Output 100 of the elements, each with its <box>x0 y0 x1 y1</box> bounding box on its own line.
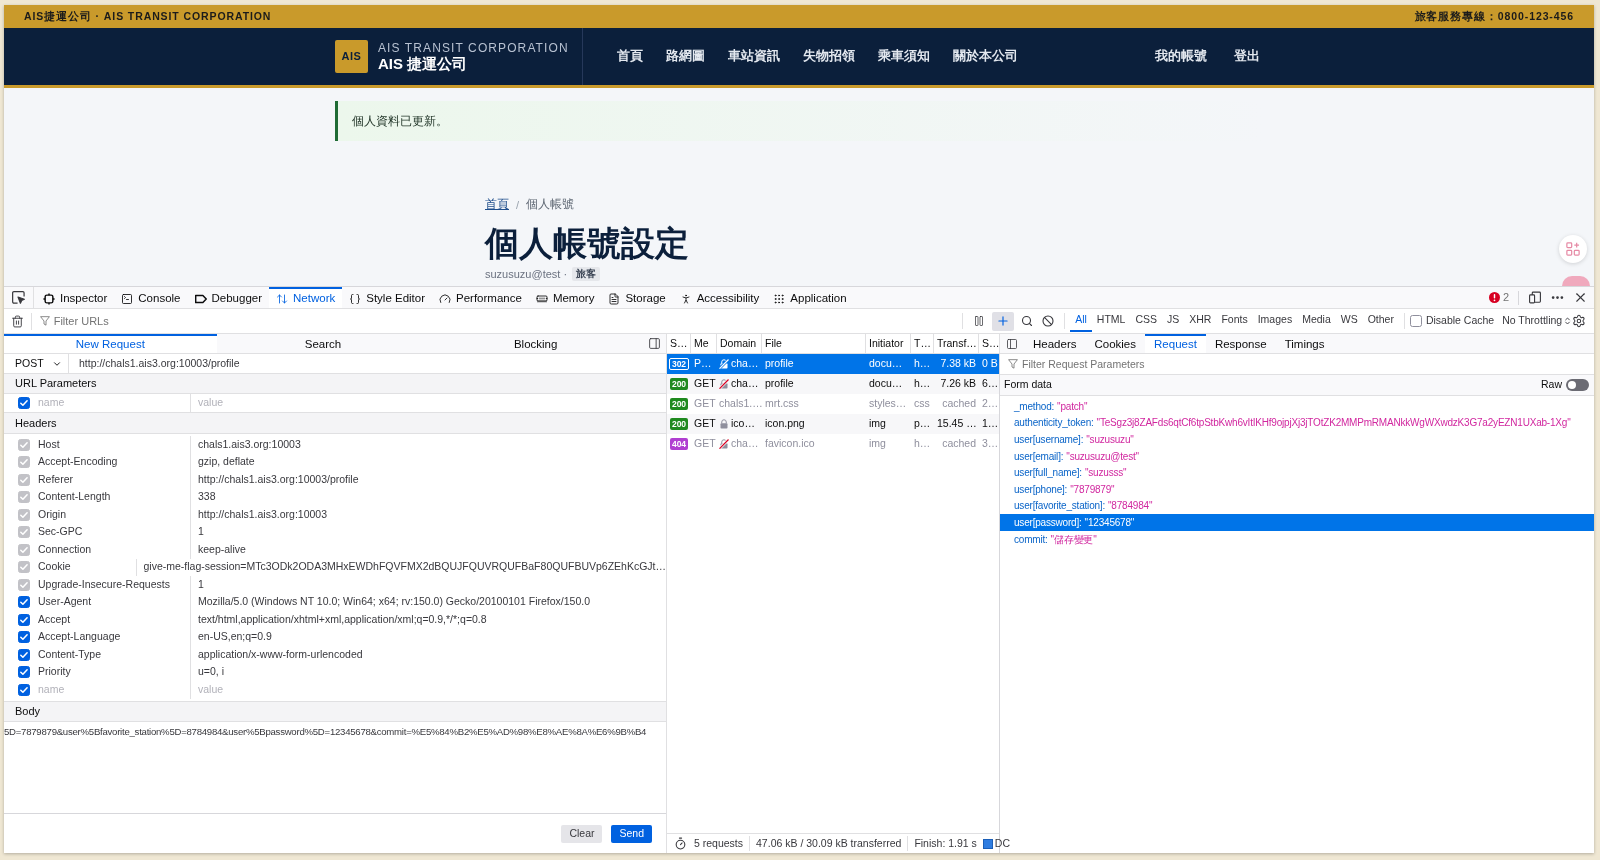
column-header[interactable]: Domain <box>717 334 762 353</box>
table-cell-text: cached <box>941 396 977 412</box>
detail-tab[interactable]: Timings <box>1275 334 1334 353</box>
header-name[interactable]: Accept-Language <box>38 629 121 646</box>
column-header[interactable]: Initiator <box>866 334 911 353</box>
checkbox[interactable] <box>18 613 30 626</box>
url-filter-field[interactable]: Filter URLs <box>53 312 957 330</box>
request-row[interactable]: 302 P… cha… profile docu… h… 7.38 kB 0 B <box>667 354 999 374</box>
account-link[interactable]: 登出 <box>1234 47 1260 66</box>
tool-tab[interactable]: Accessibility <box>672 287 767 308</box>
raw-label[interactable]: Raw <box>1541 377 1562 393</box>
stopwatch-icon[interactable] <box>674 837 687 850</box>
panel-tab[interactable]: Blocking <box>429 334 642 353</box>
checkbox[interactable] <box>1409 315 1422 327</box>
tool-tab[interactable]: Storage <box>601 287 673 308</box>
tool-tab[interactable]: Performance <box>432 287 529 308</box>
table-cell: cha… <box>731 376 759 392</box>
request-row[interactable]: 200 GET ico… icon.png img p… 15.45 … 1… <box>667 414 999 434</box>
table-cell-text: p… <box>913 416 932 432</box>
type-filter-button[interactable]: XHR <box>1184 310 1217 332</box>
logo[interactable]: AIS <box>335 40 368 73</box>
checkbox[interactable] <box>18 596 30 609</box>
checkbox[interactable] <box>18 666 30 679</box>
table-cell-text: P… <box>693 356 713 372</box>
tool-tab[interactable]: Style Editor <box>342 287 433 308</box>
dom-loaded-label: DC <box>993 835 1010 851</box>
column-header[interactable]: Transf… <box>934 334 979 353</box>
request-row[interactable]: 200 GET cha… profile docu… h… 7.26 kB 6… <box>667 374 999 394</box>
tool-tab[interactable]: Memory <box>528 287 602 308</box>
url-field[interactable]: http://chals1.ais3.org:10003/profile <box>68 354 666 373</box>
nav-link[interactable]: 乘車須知 <box>878 47 930 66</box>
tool-tab[interactable]: Network <box>269 287 343 308</box>
tool-tab[interactable]: Console <box>114 287 188 308</box>
detail-tab[interactable]: Response <box>1205 334 1276 353</box>
breadcrumb-link[interactable]: 首頁 <box>485 196 509 214</box>
type-filter-button[interactable]: Media <box>1297 310 1336 332</box>
header-value[interactable]: en-US,en;q=0.9 <box>191 629 272 646</box>
header-value[interactable]: Mozilla/5.0 (Windows NT 10.0; Win64; x64; rv:150.0) Gecko/20100101 Firefox/150.0 <box>191 594 590 611</box>
type-filter-button[interactable]: All <box>1070 310 1092 332</box>
checkbox[interactable] <box>18 631 30 644</box>
detail-tab[interactable]: Request <box>1145 334 1206 353</box>
panel-tab[interactable]: Search <box>216 334 430 353</box>
nav-link[interactable]: 關於本公司 <box>953 47 1018 66</box>
element-picker-icon[interactable] <box>12 291 25 304</box>
tool-tab[interactable]: Inspector <box>36 287 115 308</box>
responsive-mode-icon[interactable] <box>1529 291 1541 304</box>
param-value: "suzusuzu@test" <box>1066 449 1139 464</box>
header-value[interactable]: text/html,application/xhtml+xml,application/xml;q=0.9,*/*;q=0.8 <box>191 611 487 628</box>
error-count-button[interactable]: 2 <box>1484 289 1513 306</box>
panel-tab[interactable]: New Request <box>4 334 217 353</box>
nav-link[interactable]: 首頁 <box>617 47 643 66</box>
column-header[interactable]: Me <box>691 334 717 353</box>
account-link[interactable]: 我的帳號 <box>1155 47 1207 66</box>
type-filter-button[interactable]: WS <box>1335 310 1363 332</box>
header-name[interactable]: Accept <box>38 611 71 628</box>
clear-button[interactable]: Clear <box>561 824 603 843</box>
sidebar-toggle-icon[interactable] <box>647 337 661 350</box>
column-header[interactable]: T… <box>911 334 934 353</box>
settings-icon[interactable] <box>1572 314 1586 328</box>
trash-icon[interactable] <box>10 314 24 328</box>
close-icon[interactable] <box>1573 290 1588 305</box>
checkbox[interactable] <box>18 683 30 696</box>
type-filter-button[interactable]: CSS <box>1130 310 1162 332</box>
header-name[interactable]: Content-Type <box>38 646 102 663</box>
type-filter-button[interactable]: Images <box>1252 310 1298 332</box>
param-name: commit: <box>1014 532 1048 547</box>
header-name[interactable]: User-Agent <box>38 594 92 611</box>
header-name-field[interactable]: name <box>38 681 178 698</box>
type-filter-button[interactable]: HTML <box>1091 310 1131 332</box>
throttling-select[interactable]: No Throttling <box>1502 313 1573 329</box>
param-filter-field[interactable]: Filter Request Parameters <box>1022 355 1594 373</box>
param-name-field[interactable]: name <box>38 395 178 411</box>
tool-tab[interactable]: Debugger <box>187 287 270 308</box>
header-value[interactable]: u=0, i <box>191 664 224 681</box>
checkbox[interactable] <box>18 397 30 409</box>
disable-cache-label[interactable]: Disable Cache <box>1425 313 1495 329</box>
column-header[interactable]: File <box>762 334 866 353</box>
param-value-field[interactable]: value <box>191 395 666 411</box>
nav-link[interactable]: 失物招領 <box>803 47 855 66</box>
section-header: Headers <box>4 413 666 434</box>
nav-link[interactable]: 路網圖 <box>666 47 705 66</box>
detail-tab[interactable]: Headers <box>1024 334 1086 353</box>
tool-tab[interactable]: Application <box>766 287 854 308</box>
type-filter-button[interactable]: JS <box>1162 310 1185 332</box>
method-select[interactable]: POST <box>4 354 68 373</box>
sidebar-toggle-icon[interactable] <box>1006 337 1018 350</box>
body-field[interactable]: 5D=7879879&user%5Bfavorite_station%5D=8784984&user%5Bpassword%5D=12345678&commit=%E5%84%B2%E5%AD%98%E8%AE%8A%E6%9B%B4 <box>4 721 666 814</box>
column-header[interactable]: S… <box>667 334 691 353</box>
nav-link[interactable]: 車站資訊 <box>728 47 780 66</box>
form-param-row[interactable]: user[password]: "12345678" <box>1000 514 1594 531</box>
header-value[interactable]: application/x-www-form-urlencoded <box>191 646 363 663</box>
checkbox[interactable] <box>18 648 30 661</box>
type-filter-button[interactable]: Other <box>1362 310 1399 332</box>
raw-switch[interactable] <box>1566 379 1589 391</box>
table-cell-text: 0 B <box>981 356 999 372</box>
header-value-field[interactable]: value <box>191 681 666 698</box>
header-name[interactable]: Priority <box>38 664 71 681</box>
type-filter-button[interactable]: Fonts <box>1216 310 1253 332</box>
detail-tab[interactable]: Cookies <box>1085 334 1146 353</box>
send-button[interactable]: Send <box>611 824 652 843</box>
